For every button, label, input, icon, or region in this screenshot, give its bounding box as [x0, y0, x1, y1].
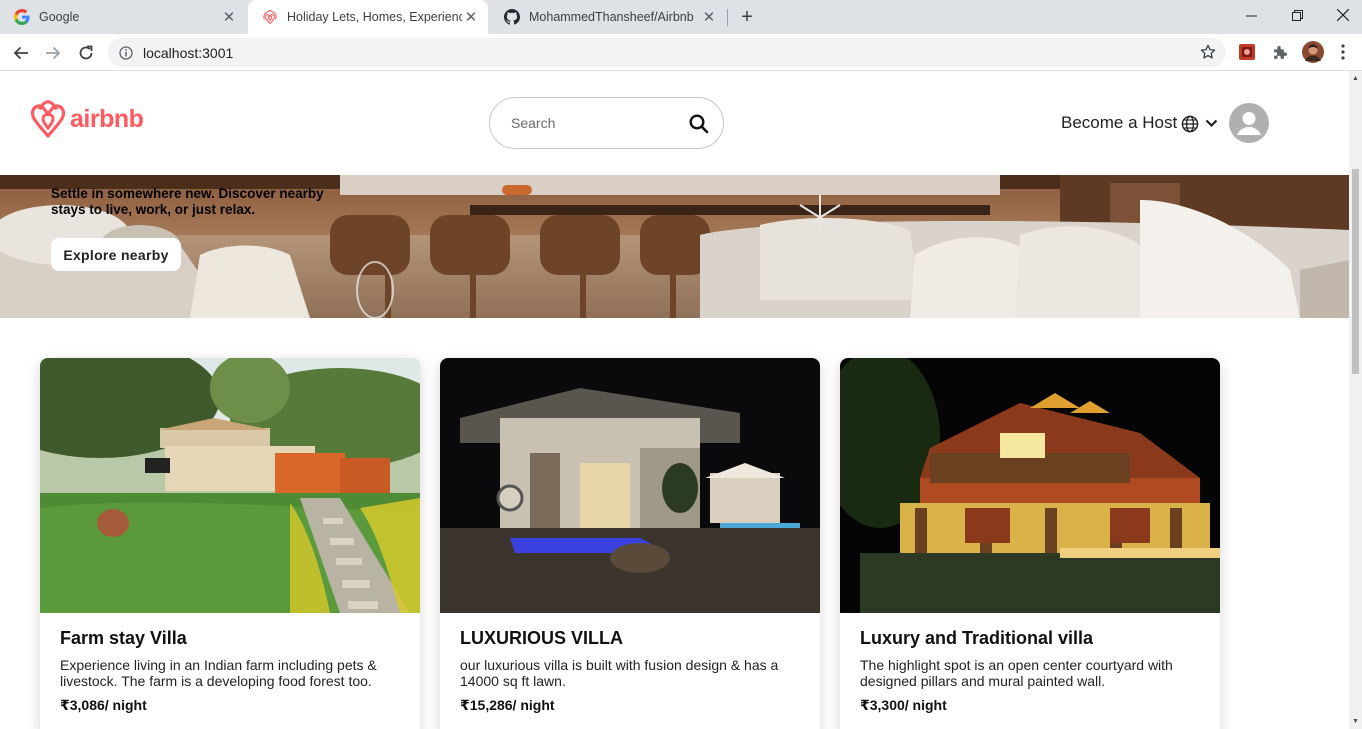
site-header: airbnb Become a Host	[0, 71, 1349, 175]
close-window-button[interactable]	[1320, 0, 1362, 30]
reload-icon	[79, 45, 93, 60]
listing-description: our luxurious villa is built with fusion…	[460, 657, 779, 689]
listing-title: LUXURIOUS VILLA	[460, 628, 624, 648]
close-tab-icon[interactable]: ✕	[700, 8, 718, 26]
listing-title: Farm stay Villa	[60, 628, 187, 648]
restore-button[interactable]	[1274, 0, 1320, 30]
search-input[interactable]	[511, 115, 681, 131]
listing-title: Luxury and Traditional villa	[860, 628, 1094, 648]
listing-card[interactable]: Farm stay Villa Experience living in an …	[40, 358, 420, 729]
search-icon[interactable]	[688, 113, 710, 135]
user-avatar[interactable]	[1229, 103, 1269, 143]
listing-image	[40, 358, 420, 613]
listing-description: The highlight spot is an open center cou…	[860, 657, 1173, 689]
close-icon	[1337, 9, 1349, 21]
scroll-up-arrow-icon[interactable]: ▲	[1351, 74, 1360, 83]
tab-title: Google	[39, 10, 80, 24]
back-arrow-icon	[13, 46, 28, 60]
listing-price: ₹15,286/ night	[460, 697, 555, 713]
logo-wordmark: airbnb	[70, 104, 144, 133]
hero-banner: Settle in somewhere new. Discover nearby…	[0, 175, 1349, 318]
bookmark-star-icon[interactable]	[1200, 44, 1216, 60]
listing-card[interactable]: Luxury and Traditional villa The highlig…	[840, 358, 1220, 729]
back-button[interactable]	[8, 40, 34, 66]
github-icon	[504, 9, 520, 25]
airbnb-logo-icon	[30, 100, 66, 138]
tab-title: Holiday Lets, Homes, Experience	[287, 10, 462, 24]
new-tab-button[interactable]: +	[736, 6, 758, 28]
airbnb-logo[interactable]: airbnb	[30, 100, 144, 138]
tab-title: MohammedThansheef/Airbnb	[529, 10, 694, 24]
chrome-menu-icon[interactable]	[1333, 42, 1353, 62]
tab-separator	[727, 9, 728, 26]
close-tab-icon[interactable]: ✕	[462, 8, 480, 26]
reload-button[interactable]	[73, 40, 99, 66]
extension-icon[interactable]	[1237, 42, 1257, 62]
tab-airbnb[interactable]: Holiday Lets, Homes, Experience ✕	[248, 0, 488, 34]
search-bar[interactable]	[489, 97, 724, 149]
profile-avatar-icon[interactable]	[1302, 41, 1324, 63]
minimize-icon	[1245, 15, 1257, 16]
listing-price: ₹3,300/ night	[860, 697, 947, 713]
chevron-down-icon[interactable]	[1205, 117, 1218, 130]
listing-description: Experience living in an Indian farm incl…	[60, 657, 377, 689]
user-icon	[1237, 112, 1261, 135]
listing-image	[840, 358, 1220, 613]
google-icon	[14, 9, 30, 25]
forward-arrow-icon	[46, 46, 61, 60]
close-tab-icon[interactable]: ✕	[220, 8, 238, 26]
info-icon	[119, 45, 133, 60]
globe-icon[interactable]	[1181, 115, 1199, 133]
restore-icon	[1291, 9, 1303, 21]
listing-card[interactable]: LUXURIOUS VILLA our luxurious villa is b…	[440, 358, 820, 729]
browser-toolbar: localhost:3001	[0, 34, 1362, 71]
tab-strip: Google ✕ Holiday Lets, Homes, Experience…	[0, 0, 1362, 34]
hero-tagline: Settle in somewhere new. Discover nearby…	[51, 186, 324, 217]
explore-nearby-button[interactable]: Explore nearby	[51, 238, 181, 271]
scrollbar-thumb[interactable]	[1352, 169, 1359, 374]
extensions-puzzle-icon[interactable]	[1270, 42, 1290, 62]
page-scrollbar[interactable]: ▲ ▼	[1349, 71, 1362, 729]
address-bar[interactable]: localhost:3001	[108, 38, 1226, 67]
airbnb-icon	[262, 9, 278, 25]
tab-github[interactable]: MohammedThansheef/Airbnb ✕	[490, 0, 726, 34]
listing-image	[440, 358, 820, 613]
tab-google[interactable]: Google ✕	[0, 0, 246, 34]
forward-button[interactable]	[40, 40, 66, 66]
minimize-button[interactable]	[1228, 0, 1274, 30]
scroll-down-arrow-icon[interactable]: ▼	[1351, 717, 1360, 726]
url-text: localhost:3001	[143, 44, 234, 61]
become-host-link[interactable]: Become a Host	[1061, 113, 1177, 133]
page-viewport: airbnb Become a Host	[0, 71, 1349, 729]
listing-price: ₹3,086/ night	[60, 697, 147, 713]
